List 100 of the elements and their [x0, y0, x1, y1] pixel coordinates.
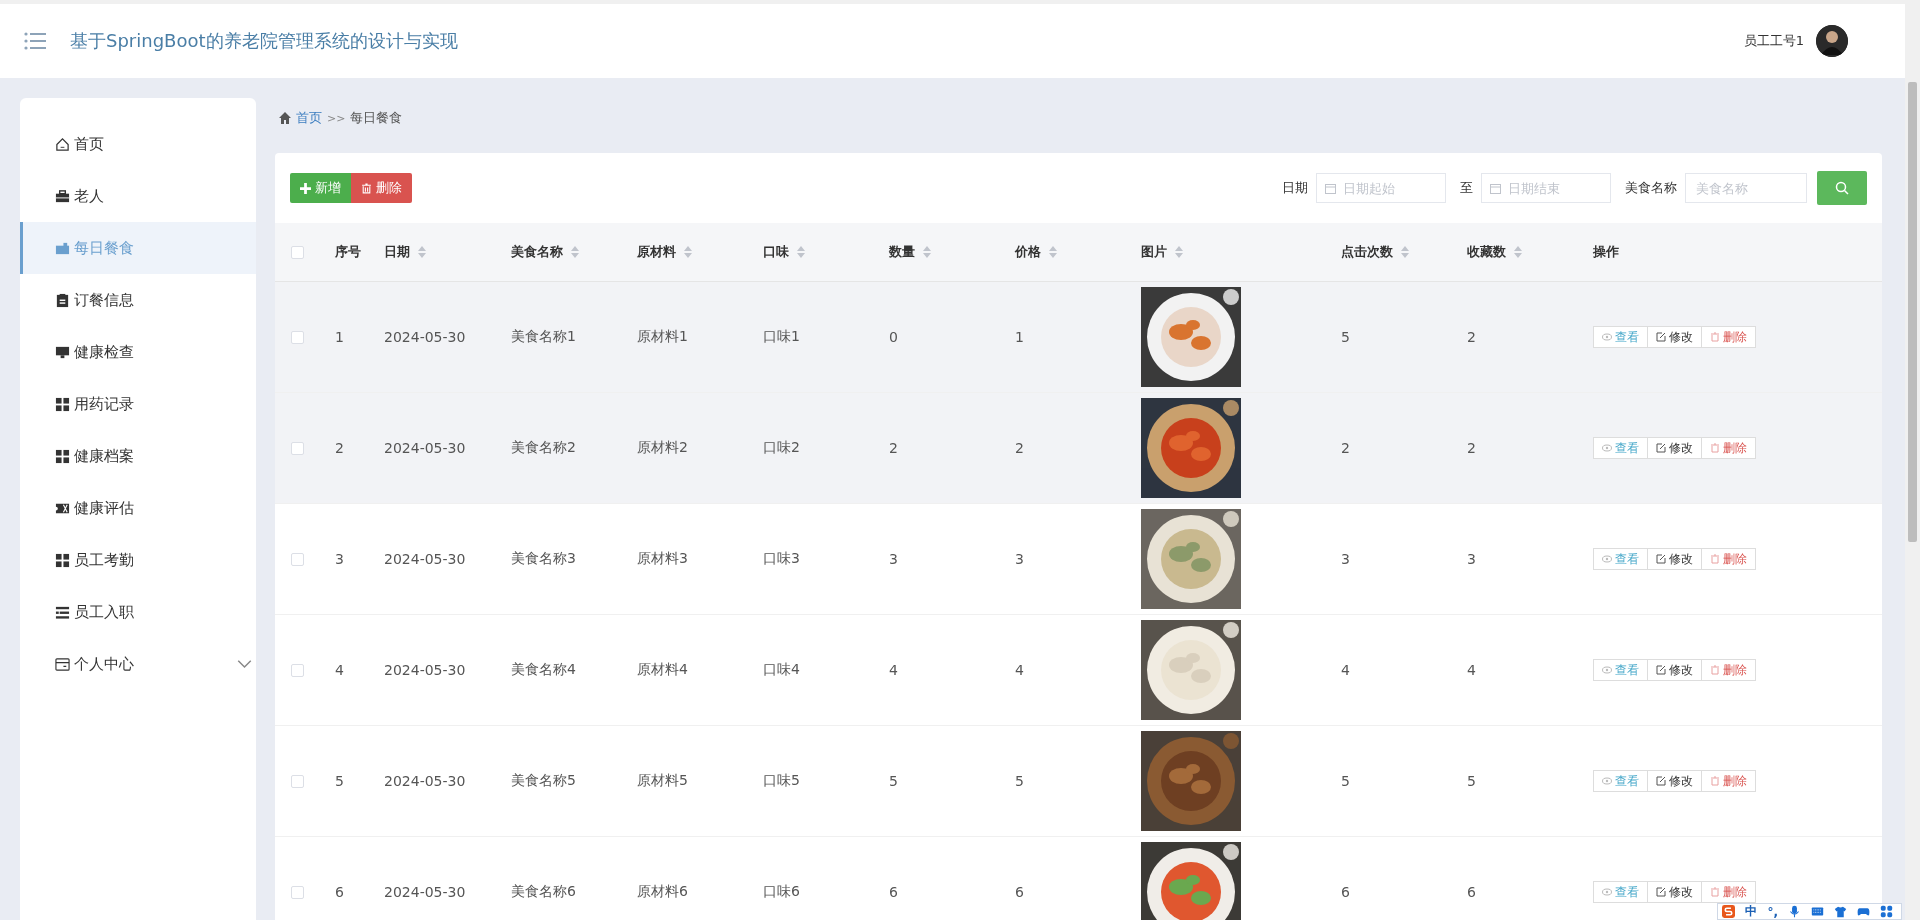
card-icon	[55, 656, 70, 672]
column-header[interactable]: 美食名称	[511, 243, 563, 261]
edit-button[interactable]: 修改	[1647, 548, 1702, 570]
table-cell: 2024-05-30	[384, 662, 466, 678]
edit-button[interactable]: 修改	[1647, 881, 1702, 903]
table-cell: 口味1	[763, 328, 800, 344]
row-checkbox[interactable]	[291, 441, 304, 455]
ime-logo-icon[interactable]	[1722, 905, 1736, 918]
sidebar-item[interactable]: 订餐信息	[20, 274, 256, 326]
sort-icon[interactable]	[1514, 246, 1522, 258]
delete-button[interactable]: 删除	[1701, 326, 1756, 348]
search-icon	[1835, 181, 1849, 195]
eye-icon	[1602, 443, 1612, 453]
table-cell: 原材料1	[637, 328, 688, 344]
sidebar-item[interactable]: 健康评估	[20, 482, 256, 534]
table-cell: 美食名称6	[511, 883, 576, 899]
column-header[interactable]: 原材料	[637, 243, 676, 261]
table-cell: 美食名称1	[511, 328, 576, 344]
sort-icon[interactable]	[1175, 246, 1183, 258]
sidebar-item[interactable]: 健康检查	[20, 326, 256, 378]
table-cell: 口味4	[763, 661, 800, 677]
table-cell: 6	[1467, 884, 1476, 900]
user-name[interactable]: 员工工号1	[1743, 32, 1804, 50]
table-cell: 5	[335, 773, 344, 789]
table-cell: 美食名称4	[511, 661, 576, 677]
breadcrumb-current: 每日餐食	[350, 109, 403, 127]
trash-icon	[1710, 332, 1720, 342]
sort-icon[interactable]	[797, 246, 805, 258]
table-cell: 2	[1341, 440, 1350, 456]
column-header[interactable]: 口味	[763, 243, 789, 261]
microphone-icon[interactable]	[1788, 905, 1801, 918]
shirt-icon[interactable]	[1834, 905, 1847, 918]
edit-button[interactable]: 修改	[1647, 326, 1702, 348]
edit-button[interactable]: 修改	[1647, 437, 1702, 459]
table-cell: 2024-05-30	[384, 551, 466, 567]
apps-icon[interactable]	[1880, 905, 1893, 918]
keyboard-icon[interactable]	[1811, 905, 1824, 918]
sort-icon[interactable]	[571, 246, 579, 258]
row-checkbox[interactable]	[291, 330, 304, 344]
sidebar-item[interactable]: 个人中心	[20, 638, 256, 690]
table-cell: 2024-05-30	[384, 329, 466, 345]
edit-button[interactable]: 修改	[1647, 659, 1702, 681]
filter-label: 至	[1460, 179, 1473, 197]
sidebar-item[interactable]: 健康档案	[20, 430, 256, 482]
table-cell: 美食名称3	[511, 550, 576, 566]
sort-icon[interactable]	[684, 246, 692, 258]
name-field[interactable]: 美食名称	[1685, 173, 1807, 203]
ime-punctuation[interactable]: °,	[1767, 904, 1778, 919]
table-cell: 2	[889, 440, 898, 456]
sort-icon[interactable]	[1401, 246, 1409, 258]
table-cell: 2024-05-30	[384, 773, 466, 789]
select-all-checkbox[interactable]	[291, 245, 304, 259]
menu-icon[interactable]	[24, 31, 46, 51]
sidebar-item[interactable]: 员工入职	[20, 586, 256, 638]
table-cell: 原材料2	[637, 439, 688, 455]
avatar[interactable]	[1816, 25, 1848, 57]
sidebar-item[interactable]: 用药记录	[20, 378, 256, 430]
sidebar-item[interactable]: 老人	[20, 170, 256, 222]
delete-button[interactable]: 删除	[1701, 437, 1756, 459]
row-checkbox[interactable]	[291, 663, 304, 677]
search-button[interactable]	[1817, 171, 1867, 205]
table-cell: 4	[1341, 662, 1350, 678]
column-header[interactable]: 价格	[1015, 243, 1041, 261]
edit-icon	[1656, 887, 1666, 897]
eye-icon	[1602, 776, 1612, 786]
edit-button[interactable]: 修改	[1647, 770, 1702, 792]
table-cell: 3	[889, 551, 898, 567]
delete-button[interactable]: 删除	[1701, 659, 1756, 681]
column-header[interactable]: 收藏数	[1467, 243, 1506, 261]
date-field[interactable]: 日期结束	[1481, 173, 1611, 203]
delete-button[interactable]: 删除	[351, 173, 412, 203]
sort-icon[interactable]	[923, 246, 931, 258]
sidebar-item[interactable]: 员工考勤	[20, 534, 256, 586]
sidebar-item[interactable]: 首页	[20, 118, 256, 170]
delete-button[interactable]: 删除	[1701, 770, 1756, 792]
row-checkbox[interactable]	[291, 552, 304, 566]
row-checkbox[interactable]	[291, 885, 304, 899]
date-field[interactable]: 日期起始	[1316, 173, 1446, 203]
breadcrumb-link[interactable]: 首页	[296, 109, 322, 127]
column-header[interactable]: 点击次数	[1341, 243, 1393, 261]
delete-button[interactable]: 删除	[1701, 881, 1756, 903]
table-cell: 1	[335, 329, 344, 345]
sort-icon[interactable]	[418, 246, 426, 258]
gamepad-icon[interactable]	[1857, 905, 1870, 918]
table-cell: 6	[1341, 884, 1350, 900]
trash-icon	[1710, 776, 1720, 786]
grid-icon	[55, 448, 70, 464]
edit-icon	[1656, 776, 1666, 786]
filter-label: 美食名称	[1625, 179, 1677, 197]
sort-icon[interactable]	[1049, 246, 1057, 258]
delete-button[interactable]: 删除	[1701, 548, 1756, 570]
table-cell: 口味3	[763, 550, 800, 566]
column-header[interactable]: 数量	[889, 243, 915, 261]
table-cell: 2	[1467, 329, 1476, 345]
table-cell: 2024-05-30	[384, 884, 466, 900]
row-checkbox[interactable]	[291, 774, 304, 788]
column-header[interactable]: 日期	[384, 243, 410, 261]
list-icon	[55, 604, 70, 620]
ime-mode[interactable]: 中	[1745, 903, 1758, 920]
column-header[interactable]: 图片	[1141, 243, 1167, 261]
